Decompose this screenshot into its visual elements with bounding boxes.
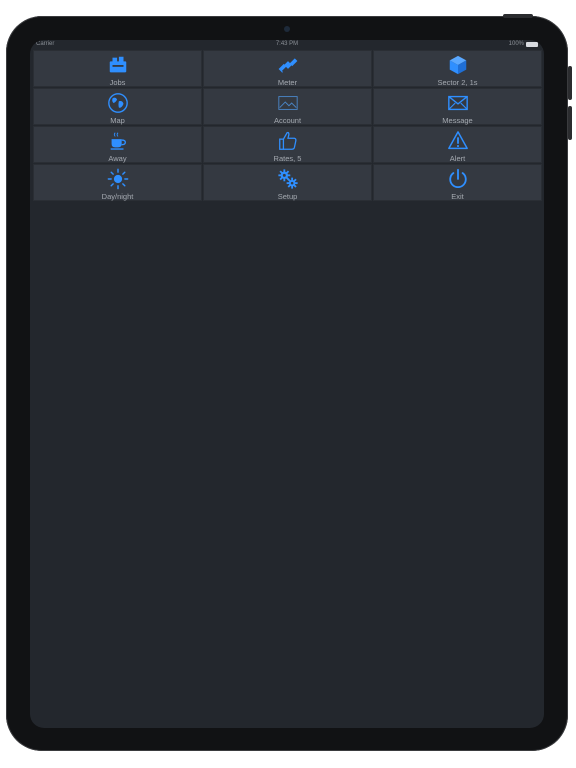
tile-label: Exit [451, 192, 464, 201]
tile-label: Sector 2, 1s [437, 78, 478, 87]
tile-label: Map [110, 116, 125, 125]
tile-label: Rates, 5 [273, 154, 302, 163]
tile-label: Account [273, 116, 302, 125]
status-bar: Carrier 7:43 PM 100% [30, 40, 544, 50]
envelope-icon [446, 92, 470, 114]
satellite-icon [276, 54, 300, 76]
tile-jobs[interactable]: Jobs [33, 50, 202, 87]
battery-percentage: 100% [508, 41, 524, 47]
volume-up-button [568, 66, 572, 100]
tile-alert[interactable]: Alert [373, 126, 542, 163]
tile-label: Alert [449, 154, 466, 163]
tile-meter[interactable]: Meter [203, 50, 372, 87]
tile-label: Message [442, 116, 473, 125]
volume-down-button [568, 106, 572, 140]
menu-grid: Jobs Meter Sector 2, 1s Map Account Mess… [33, 50, 542, 201]
coffee-cup-icon [106, 130, 130, 152]
app-screen: Carrier 7:43 PM 100% Jobs Meter Sector 2… [30, 40, 544, 728]
tile-label: Meter [277, 78, 298, 87]
tile-map[interactable]: Map [33, 88, 202, 125]
tile-message[interactable]: Message [373, 88, 542, 125]
tile-label: Away [108, 154, 127, 163]
tile-rates[interactable]: Rates, 5 [203, 126, 372, 163]
globe-icon [106, 92, 130, 114]
status-time: 7:43 PM [275, 41, 299, 47]
tile-away[interactable]: Away [33, 126, 202, 163]
tile-account[interactable]: Account [203, 88, 372, 125]
power-icon [446, 168, 470, 190]
thumbs-up-icon [276, 130, 300, 152]
tile-sector[interactable]: Sector 2, 1s [373, 50, 542, 87]
front-camera [284, 26, 290, 32]
battery-icon [526, 41, 538, 47]
tile-exit[interactable]: Exit [373, 164, 542, 201]
tile-label: Jobs [109, 78, 126, 87]
gears-icon [276, 168, 300, 190]
jobs-icon [106, 54, 130, 76]
tile-label: Day/night [101, 192, 134, 201]
warning-icon [446, 130, 470, 152]
tile-setup[interactable]: Setup [203, 164, 372, 201]
tile-day-night[interactable]: Day/night [33, 164, 202, 201]
sun-icon [106, 168, 130, 190]
top-hardware-button [503, 14, 533, 18]
status-right: 100% [509, 41, 538, 47]
tile-label: Setup [277, 192, 298, 201]
cube-icon [446, 54, 470, 76]
image-icon [276, 92, 300, 114]
